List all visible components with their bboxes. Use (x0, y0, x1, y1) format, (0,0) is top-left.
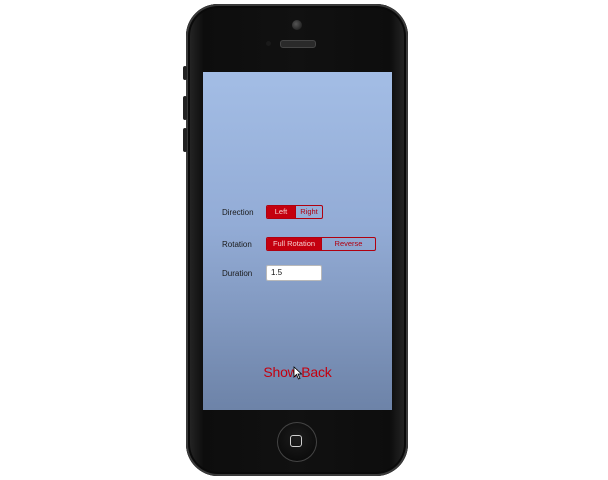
earpiece-speaker-icon (280, 40, 316, 48)
duration-input[interactable]: 1.5 (266, 265, 322, 281)
rotation-row: Rotation Full Rotation Reverse (222, 237, 376, 251)
home-button[interactable] (277, 422, 317, 462)
rotation-option-full-rotation[interactable]: Full Rotation (267, 238, 321, 250)
direction-option-right[interactable]: Right (295, 206, 322, 218)
simulator-window: Direction Left Right Rotation Full Rotat… (0, 0, 608, 480)
device-screen: Direction Left Right Rotation Full Rotat… (203, 72, 392, 410)
mute-switch (183, 66, 187, 80)
mouse-pointer-icon (293, 366, 303, 380)
duration-row: Duration 1.5 (222, 265, 322, 281)
rotation-label: Rotation (222, 239, 252, 249)
iphone-device-frame: Direction Left Right Rotation Full Rotat… (183, 4, 408, 476)
duration-label: Duration (222, 268, 253, 278)
direction-label: Direction (222, 207, 254, 217)
proximity-sensor (266, 41, 271, 46)
front-camera-icon (292, 20, 302, 30)
home-button-icon (290, 435, 302, 447)
direction-segmented-control[interactable]: Left Right (266, 205, 323, 219)
volume-up-button (183, 96, 187, 120)
direction-row: Direction Left Right (222, 205, 323, 219)
rotation-segmented-control[interactable]: Full Rotation Reverse (266, 237, 376, 251)
rotation-option-reverse[interactable]: Reverse (321, 238, 375, 250)
direction-option-left[interactable]: Left (267, 206, 295, 218)
volume-down-button (183, 128, 187, 152)
